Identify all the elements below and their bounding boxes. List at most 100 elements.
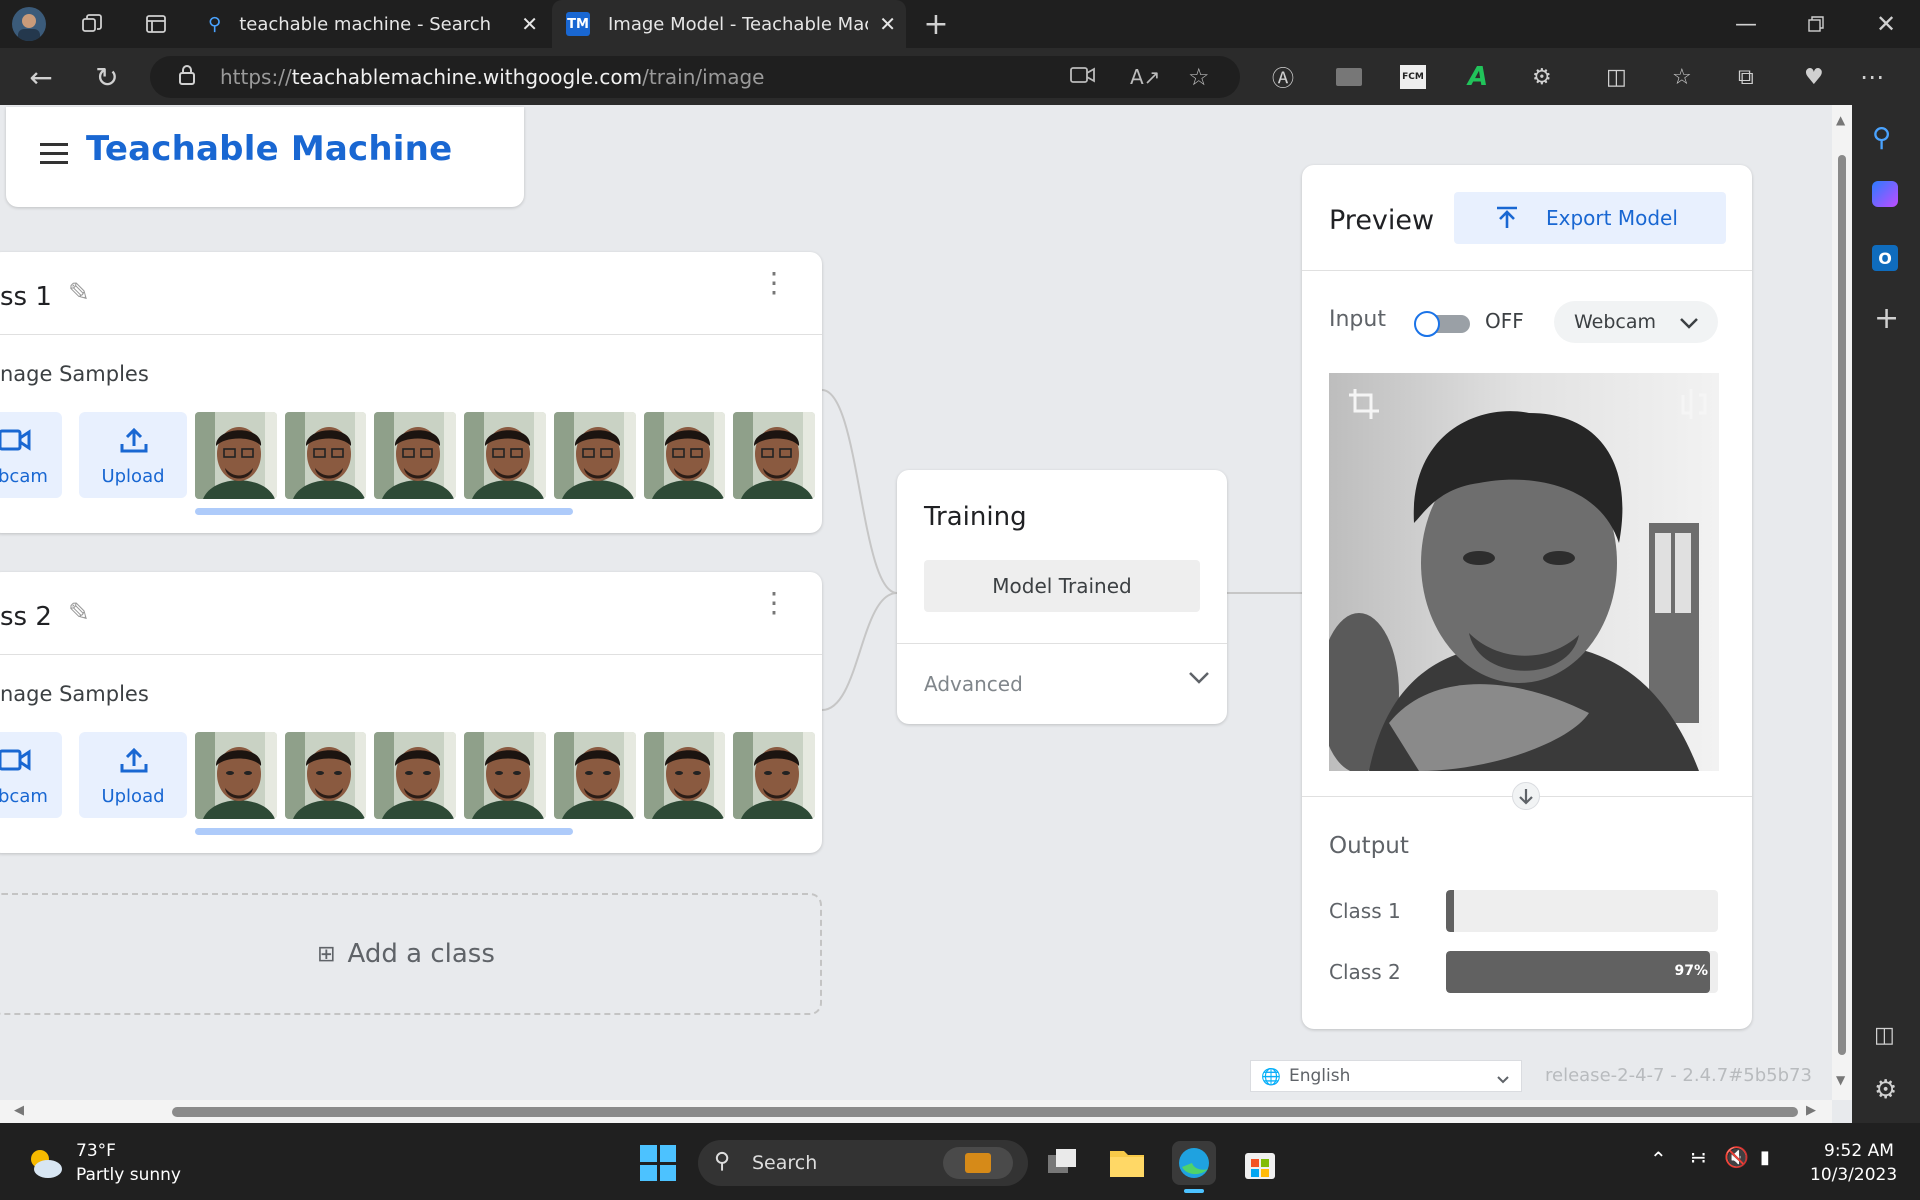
read-aloud-icon[interactable]: A↗	[1130, 65, 1160, 89]
edge-browser-icon[interactable]	[1172, 1141, 1216, 1185]
app-header: Teachable Machine	[6, 107, 524, 207]
sample-thumbnail[interactable]	[733, 732, 815, 819]
taskbar-search[interactable]: ⚲ Search	[698, 1140, 1028, 1186]
output-bar-fill	[1446, 951, 1710, 993]
sample-thumbnail[interactable]	[733, 412, 815, 499]
profile-avatar[interactable]	[12, 7, 46, 41]
output-class-label: Class 2	[1329, 960, 1401, 984]
copilot-icon[interactable]	[1872, 181, 1898, 207]
upload-button[interactable]: Upload	[79, 412, 187, 498]
favorite-star-icon[interactable]: ☆	[1188, 63, 1210, 91]
file-explorer-icon[interactable]	[1108, 1145, 1146, 1179]
horizontal-scrollbar[interactable]: ◀ ▶	[0, 1100, 1832, 1123]
sample-thumbnail[interactable]	[374, 732, 457, 819]
sample-thumbnail[interactable]	[284, 412, 367, 499]
browser-tab-bar: ⚲ teachable machine - Search ✕ TM Image …	[0, 0, 1920, 48]
sample-thumbnail[interactable]	[464, 412, 546, 499]
sample-thumbnail[interactable]	[643, 412, 726, 499]
favorites-icon[interactable]: ☆	[1672, 65, 1692, 90]
back-icon[interactable]: ←	[24, 60, 58, 94]
chevron-down-icon	[1678, 315, 1700, 334]
settings-gear-icon[interactable]: ⚙	[1874, 1075, 1897, 1105]
sample-thumbnails	[195, 412, 815, 499]
extension-fcm-icon[interactable]: FCM	[1400, 65, 1426, 89]
advanced-toggle[interactable]: Advanced	[897, 644, 1227, 724]
workspaces-icon[interactable]	[76, 8, 108, 40]
refresh-icon[interactable]: ↻	[90, 60, 124, 94]
class-name[interactable]: ss 2	[0, 602, 52, 632]
export-model-button[interactable]: Export Model	[1454, 192, 1726, 244]
sample-thumbnail[interactable]	[195, 412, 277, 499]
webcam-preview	[1329, 373, 1719, 771]
more-options-icon[interactable]: ⋮	[760, 589, 788, 617]
webcam-button[interactable]: bcam	[0, 732, 62, 818]
battery-icon[interactable]: ▮	[1760, 1147, 1770, 1168]
input-toggle[interactable]	[1414, 311, 1470, 337]
address-bar[interactable]: https://teachablemachine.withgoogle.com/…	[150, 56, 1240, 98]
arrow-down-icon	[1512, 782, 1540, 810]
sidebar-toggle-icon[interactable]: ◫	[1874, 1023, 1895, 1048]
hamburger-menu-icon[interactable]	[40, 143, 68, 165]
more-menu-icon[interactable]: ⋯	[1860, 63, 1884, 91]
wifi-icon[interactable]: ∺	[1690, 1145, 1707, 1169]
close-window-icon[interactable]: ✕	[1870, 8, 1902, 40]
tab-image-model[interactable]: TM Image Model - Teachable Machir ✕	[552, 0, 906, 48]
add-icon[interactable]: +	[1874, 301, 1899, 336]
output-bar-fill	[1446, 890, 1455, 932]
extension-card-icon[interactable]	[1336, 68, 1362, 86]
new-tab-icon[interactable]: +	[920, 7, 952, 42]
clock-time[interactable]: 9:52 AM	[1824, 1141, 1894, 1161]
sample-thumbnail[interactable]	[284, 732, 367, 819]
sample-thumbnail[interactable]	[553, 412, 636, 499]
input-source-select[interactable]: Webcam	[1554, 301, 1718, 343]
close-tab-icon[interactable]: ✕	[521, 12, 538, 36]
release-version: release-2-4-7 - 2.4.7#5b5b73	[1545, 1065, 1812, 1086]
weather-widget[interactable]: 73°F Partly sunny	[24, 1141, 194, 1189]
language-select[interactable]: 🌐 English	[1250, 1060, 1522, 1092]
split-screen-icon[interactable]: ◫	[1606, 65, 1627, 90]
restore-icon[interactable]	[1800, 8, 1832, 40]
edit-pencil-icon[interactable]: ✎	[68, 278, 90, 308]
extensions-area: Ⓐ FCM A ⚙ ◫ ☆ ⧉ ♥ ⋯	[1260, 58, 1884, 96]
tab-title: Image Model - Teachable Machir	[608, 13, 868, 35]
crop-icon[interactable]	[1347, 387, 1381, 425]
active-app-indicator	[1184, 1189, 1204, 1193]
tab-actions-icon[interactable]	[140, 8, 172, 40]
extension-a-icon[interactable]: Ⓐ	[1272, 61, 1294, 93]
vertical-scrollbar[interactable]: ▲ ▼	[1832, 105, 1852, 1100]
minimize-icon[interactable]: —	[1730, 8, 1762, 40]
clock-date[interactable]: 10/3/2023	[1810, 1165, 1897, 1185]
more-options-icon[interactable]: ⋮	[760, 269, 788, 297]
sample-thumbnail[interactable]	[464, 732, 546, 819]
tab-search[interactable]: ⚲ teachable machine - Search ✕	[198, 0, 548, 48]
sample-thumbnail[interactable]	[553, 732, 636, 819]
volume-muted-icon[interactable]: 🔇	[1724, 1145, 1749, 1169]
model-trained-button[interactable]: Model Trained	[924, 560, 1200, 612]
task-view-icon[interactable]	[1046, 1147, 1080, 1177]
app-title[interactable]: Teachable Machine	[86, 129, 452, 169]
sample-thumbnail[interactable]	[643, 732, 726, 819]
sample-scrollbar[interactable]	[195, 828, 573, 835]
add-class-button[interactable]: ⊞ Add a class	[0, 893, 822, 1015]
extension-green-a-icon[interactable]: A	[1468, 62, 1488, 92]
upload-button[interactable]: Upload	[79, 732, 187, 818]
extensions-puzzle-icon[interactable]: ⚙	[1532, 65, 1552, 90]
flip-icon[interactable]	[1679, 387, 1707, 425]
outlook-icon[interactable]: O	[1872, 245, 1898, 271]
sample-thumbnail[interactable]	[195, 732, 277, 819]
search-icon[interactable]: ⚲	[1872, 123, 1891, 153]
show-hidden-icons[interactable]: ⌃	[1650, 1147, 1667, 1171]
sample-scrollbar[interactable]	[195, 508, 573, 515]
class-card: ss 2 ✎ ⋮ nage Samples bcam Upload	[0, 572, 822, 853]
close-tab-icon[interactable]: ✕	[879, 12, 896, 36]
camera-blocked-icon[interactable]	[1070, 65, 1096, 90]
class-name[interactable]: ss 1	[0, 282, 52, 312]
edit-pencil-icon[interactable]: ✎	[68, 598, 90, 628]
collections-icon[interactable]: ⧉	[1738, 65, 1754, 90]
microsoft-store-icon[interactable]	[1242, 1145, 1278, 1181]
start-button[interactable]	[640, 1145, 676, 1181]
webcam-button[interactable]: bcam	[0, 412, 62, 498]
sample-thumbnail[interactable]	[374, 412, 457, 499]
browser-essentials-icon[interactable]: ♥	[1804, 65, 1824, 90]
output-percent: 97%	[1674, 963, 1708, 979]
